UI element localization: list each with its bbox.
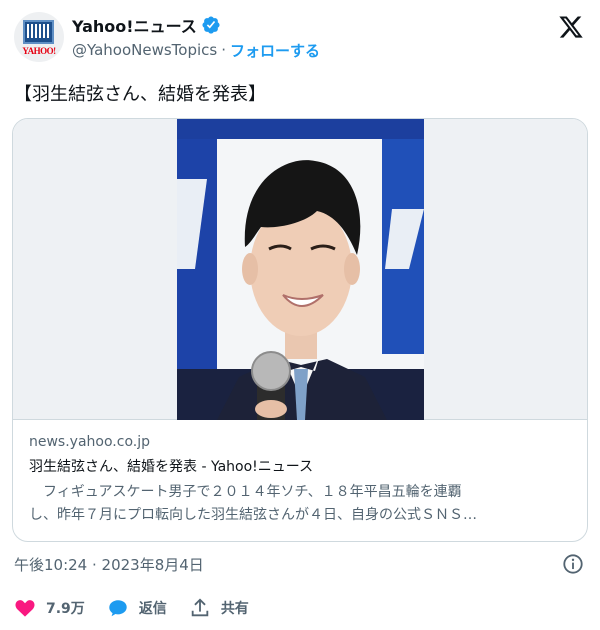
- tweet-header: YAHOO! Yahoo!ニュース @YahooNewsTopics · フォロ…: [14, 12, 586, 62]
- separator-dot: ·: [221, 41, 227, 59]
- handle[interactable]: @YahooNewsTopics: [72, 41, 217, 59]
- action-bar: 7.9万 返信 共有: [14, 596, 271, 620]
- reply-label: 返信: [138, 601, 167, 617]
- meta-row: 午後10:24 · 2023年8月4日: [14, 552, 586, 576]
- like-button[interactable]: 7.9万: [14, 597, 85, 619]
- avatar-logo-bars: [27, 24, 49, 38]
- reply-bubble-icon: [109, 600, 127, 617]
- card-body: news.yahoo.co.jp 羽生結弦さん、結婚を発表 - Yahoo!ニュ…: [29, 431, 574, 527]
- avatar-logo-wordmark: YAHOO!: [22, 46, 56, 56]
- reply-button[interactable]: 返信: [107, 597, 167, 619]
- verified-badge-icon: [202, 16, 220, 34]
- name-row: Yahoo!ニュース: [72, 14, 221, 36]
- card-title[interactable]: 羽生結弦さん、結婚を発表 - Yahoo!ニュース: [29, 456, 574, 478]
- heart-icon: [15, 600, 35, 617]
- share-button[interactable]: 共有: [189, 597, 249, 619]
- share-upload-icon: [191, 598, 209, 617]
- handle-row: @YahooNewsTopics · フォローする: [72, 39, 320, 61]
- x-logo-icon[interactable]: [558, 14, 584, 40]
- display-name[interactable]: Yahoo!ニュース: [72, 13, 197, 37]
- share-label: 共有: [220, 601, 249, 617]
- card-photo: [177, 119, 424, 420]
- card-domain: news.yahoo.co.jp: [29, 434, 150, 450]
- follow-button[interactable]: フォローする: [230, 40, 320, 61]
- card-image[interactable]: [13, 119, 587, 420]
- card-description: フィギュアスケート男子で２０１４年ソチ、１８年平昌五輪を連覇 し、昨年７月にプロ…: [29, 484, 477, 523]
- tweet-text: 【羽生結弦さん、結婚を発表】: [14, 84, 266, 105]
- timestamp[interactable]: 午後10:24 · 2023年8月4日: [14, 554, 204, 575]
- info-icon[interactable]: [562, 553, 584, 575]
- avatar[interactable]: YAHOO!: [14, 12, 64, 62]
- like-count: 7.9万: [46, 601, 85, 617]
- link-card[interactable]: news.yahoo.co.jp 羽生結弦さん、結婚を発表 - Yahoo!ニュ…: [12, 118, 588, 542]
